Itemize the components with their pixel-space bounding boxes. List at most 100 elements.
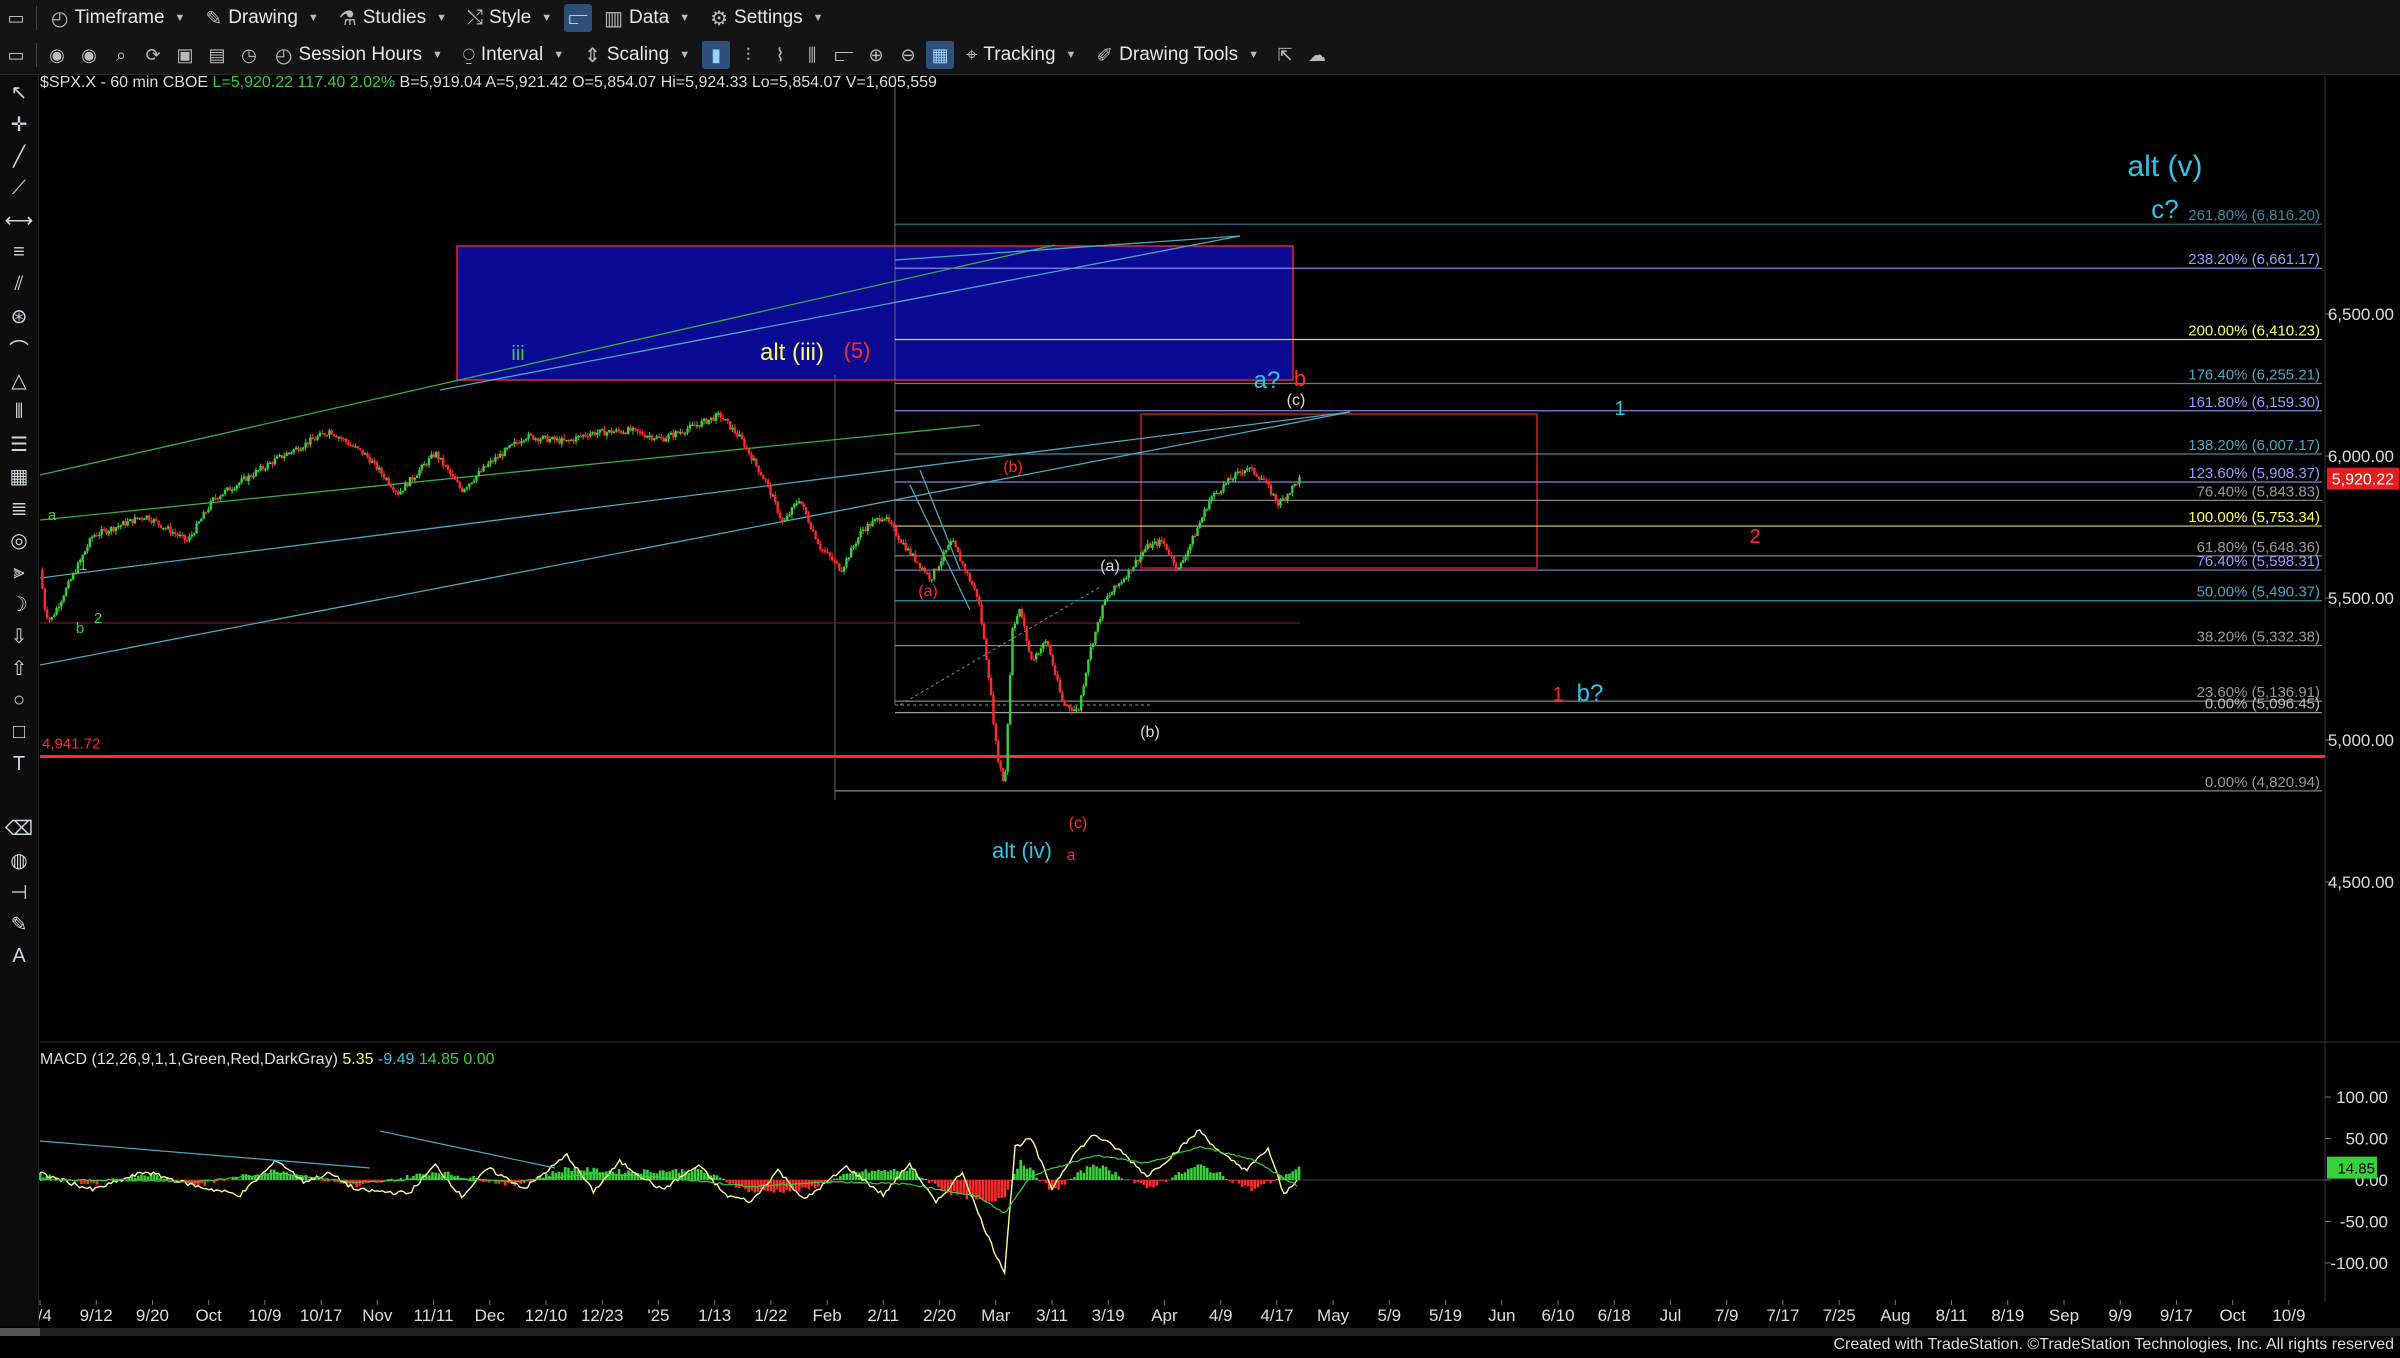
crosshair-icon[interactable]: ✛ xyxy=(0,108,38,140)
horizontal-line-icon[interactable]: ☰ xyxy=(0,428,38,460)
candle-body xyxy=(100,528,103,535)
candle-body xyxy=(833,560,836,562)
data-menu[interactable]: ▥ Data ▼ xyxy=(594,0,700,36)
candle-body xyxy=(750,453,753,461)
bar-spacing-icon[interactable]: ⫼ xyxy=(798,41,826,69)
fib-extension-icon[interactable]: ≡ xyxy=(0,236,38,268)
link-a-icon[interactable]: ◉ xyxy=(43,41,71,69)
candle-body xyxy=(128,519,132,522)
text-label-icon[interactable]: A xyxy=(0,940,38,972)
arc-tool-icon[interactable]: ☽ xyxy=(0,588,38,620)
fib-grid-icon[interactable]: ▦ xyxy=(0,460,38,492)
candle-body xyxy=(202,512,205,519)
window-icon[interactable]: ▭ xyxy=(2,41,30,69)
macd-tick-label: -100.00 xyxy=(2330,1254,2388,1273)
candle-body xyxy=(335,435,338,438)
settings-menu[interactable]: ⚙ Settings ▼ xyxy=(700,0,833,36)
candle-body xyxy=(366,453,369,457)
tracking-menu[interactable]: ⌖ Tracking ▼ xyxy=(956,36,1086,74)
macd-histogram-bar xyxy=(873,1171,877,1180)
candle-body xyxy=(510,444,514,446)
fib-level-label: 38.20% (5,332.38) xyxy=(2197,629,2320,646)
grid-icon[interactable]: ▦ xyxy=(926,41,955,69)
wave-label: c? xyxy=(2151,194,2178,224)
ellipse-icon[interactable]: ○ xyxy=(0,684,38,716)
eraser-icon[interactable]: ⌫ xyxy=(0,812,38,844)
session-hours-menu[interactable]: ◴ Session Hours ▼ xyxy=(265,36,453,74)
arc-icon[interactable]: ⌒ xyxy=(0,332,38,364)
trendline-icon[interactable]: ╱ xyxy=(0,140,38,172)
candle-body xyxy=(619,430,623,433)
cloud-icon[interactable]: ☁ xyxy=(1303,41,1331,69)
candle-body xyxy=(1082,686,1085,696)
zoom-out-icon[interactable]: ⊖ xyxy=(894,41,922,69)
macd-histogram-bar xyxy=(320,1180,324,1182)
style-menu[interactable]: ⤭ Style ▼ xyxy=(457,0,562,36)
zoom-in-icon[interactable]: ⊕ xyxy=(862,41,890,69)
candle-chart-icon[interactable]: ▮ xyxy=(702,41,731,69)
macd-histogram-bar xyxy=(1224,1179,1228,1180)
print-icon[interactable]: ▤ xyxy=(203,41,231,69)
drawing-tools-menu[interactable]: ✐ Drawing Tools ▼ xyxy=(1086,36,1269,74)
candle-body xyxy=(648,435,651,438)
candle-body xyxy=(605,432,609,436)
triangle-icon[interactable]: △ xyxy=(0,364,38,396)
alert-icon[interactable]: ◷ xyxy=(235,41,263,69)
fib-retracement-icon[interactable]: ≣ xyxy=(0,492,38,524)
timeframe-menu[interactable]: ◴ Timeframe ▼ xyxy=(41,0,195,36)
candle-body xyxy=(717,413,720,415)
refresh-icon[interactable]: ⟳ xyxy=(139,41,167,69)
arrow-down-icon[interactable]: ⇩ xyxy=(0,620,38,652)
candle-body xyxy=(1004,771,1007,782)
drawing-menu[interactable]: ✎ Drawing ▼ xyxy=(195,0,328,36)
price-axis[interactable]: 6,500.00 6,000.00 5,500.00 5,000.00 4,500.00… xyxy=(2325,305,2399,892)
save-icon[interactable]: ▣ xyxy=(171,41,199,69)
pointer-icon[interactable]: ↖ xyxy=(0,76,38,108)
candle-body xyxy=(140,517,144,520)
style-icon: ⤭ xyxy=(467,6,483,29)
candle-body xyxy=(216,498,220,500)
export-icon[interactable]: ⇱ xyxy=(1271,41,1299,69)
symbol-search-icon[interactable]: ⌕ xyxy=(107,41,135,69)
time-tick-label: 4/17 xyxy=(1260,1306,1293,1325)
time-axis[interactable]: 9/4 9/12 9/20 Oct 10/9 10/17 Nov 11/11 Dec 12/10 1… xyxy=(0,1300,2400,1336)
candle-body xyxy=(553,436,556,441)
horizontal-measure-icon[interactable]: ⟷ xyxy=(0,204,38,236)
studies-menu[interactable]: ⚗ Studies ▼ xyxy=(329,0,457,36)
wave-label: b xyxy=(76,620,84,637)
rectangle-icon[interactable]: □ xyxy=(0,716,38,748)
candle-body xyxy=(278,454,281,457)
macd-histogram-bar xyxy=(842,1174,845,1180)
candle-body xyxy=(793,504,796,508)
fill-icon[interactable]: ◍ xyxy=(0,844,38,876)
text-icon[interactable]: T xyxy=(0,748,38,780)
macd-histogram-bar xyxy=(469,1177,472,1180)
chart-canvas[interactable]: 261.80% (6,816.20) 238.20% (6,661.17) 200.… xyxy=(0,0,2400,1358)
interval-menu[interactable]: ⍜ Interval ▼ xyxy=(453,36,574,74)
link-b-icon[interactable]: ◉ xyxy=(75,41,103,69)
vertical-line-icon[interactable]: ⦀ xyxy=(0,396,38,428)
anchor-icon[interactable]: ⊣ xyxy=(0,876,38,908)
line-chart-icon[interactable]: ⌇ xyxy=(766,41,794,69)
ohlc-bars-icon[interactable]: ⫶ xyxy=(734,41,762,69)
channel-icon[interactable]: ⫽ xyxy=(0,268,38,300)
candle-body xyxy=(155,519,158,521)
layout-icon[interactable]: ⫍ xyxy=(564,4,593,32)
candle-body xyxy=(347,441,350,445)
fib-level-label: 0.00% (5,096.45) xyxy=(2205,696,2320,713)
ray-icon[interactable]: ⟋ xyxy=(0,172,38,204)
gann-icon[interactable]: ⊛ xyxy=(0,300,38,332)
candle-body xyxy=(681,432,684,434)
cycle-icon[interactable]: ◎ xyxy=(0,524,38,556)
window-restore-icon[interactable]: ▭ xyxy=(2,4,30,32)
speed-lines-icon[interactable]: ⫸ xyxy=(0,556,38,588)
macd-tick-label: 50.00 xyxy=(2345,1130,2388,1149)
macd-histogram-bar xyxy=(1186,1169,1190,1180)
style-brush-icon[interactable]: ✎ xyxy=(0,908,38,940)
candle-body xyxy=(496,457,499,459)
candle-body xyxy=(579,435,582,438)
wave-label: (c) xyxy=(1069,815,1088,832)
arrow-up-icon[interactable]: ⇧ xyxy=(0,652,38,684)
window-split-icon[interactable]: ⫍ xyxy=(830,41,858,69)
scaling-menu[interactable]: ⇕ Scaling ▼ xyxy=(574,36,700,74)
